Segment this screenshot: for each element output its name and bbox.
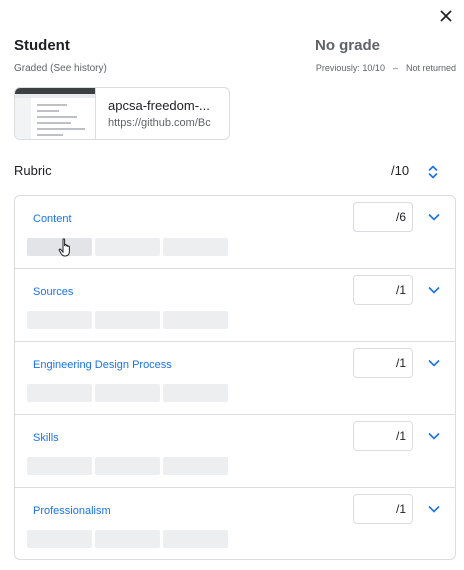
criterion-title[interactable]: Sources (33, 286, 73, 298)
separator: – (392, 63, 398, 73)
rating-level[interactable] (95, 311, 160, 329)
criterion-skills: Skills /1 (15, 415, 455, 488)
score-max: /1 (395, 502, 406, 516)
student-name: Student (14, 37, 70, 54)
rating-level[interactable] (163, 384, 228, 402)
chevron-down-icon (428, 286, 440, 294)
rating-level[interactable] (95, 457, 160, 475)
attachment-thumbnail (15, 88, 96, 139)
score-input[interactable]: /1 (353, 494, 413, 524)
criterion-sources: Sources /1 (15, 269, 455, 342)
attachment-url: https://github.com/Bc (108, 117, 211, 129)
graded-history-link[interactable]: Graded (See history) (14, 63, 107, 74)
rating-levels (27, 530, 228, 548)
attachment-title: apcsa-freedom-... (108, 98, 210, 113)
score-input[interactable]: /1 (353, 421, 413, 451)
score-input[interactable]: /1 (353, 348, 413, 378)
criterion-expand-button[interactable] (426, 355, 442, 371)
close-button[interactable] (434, 4, 458, 28)
rating-level[interactable] (163, 238, 228, 256)
score-input[interactable]: /6 (353, 202, 413, 232)
previous-grade-line: Previously: 10/10 – Not returned (316, 63, 456, 73)
close-icon (440, 10, 452, 22)
return-status: Not returned (405, 63, 456, 73)
score-max: /1 (395, 356, 406, 370)
chevron-down-icon (428, 359, 440, 367)
chevron-down-icon (428, 505, 440, 513)
rating-levels (27, 457, 228, 475)
criterion-title[interactable]: Professionalism (33, 505, 111, 517)
attachment-card[interactable]: apcsa-freedom-... https://github.com/Bc (14, 87, 230, 140)
rating-level[interactable] (27, 384, 92, 402)
unfold-icon (428, 165, 438, 179)
criterion-title[interactable]: Skills (33, 432, 59, 444)
criterion-expand-button[interactable] (426, 282, 442, 298)
rating-level[interactable] (95, 530, 160, 548)
rating-level[interactable] (163, 530, 228, 548)
rating-level[interactable] (27, 311, 92, 329)
rating-levels (27, 311, 228, 329)
rating-levels (27, 384, 228, 402)
rating-level[interactable] (95, 384, 160, 402)
rating-level[interactable] (163, 311, 228, 329)
score-input[interactable]: /1 (353, 275, 413, 305)
rating-level[interactable] (163, 457, 228, 475)
rubric-expand-toggle[interactable] (424, 162, 442, 182)
rating-level[interactable] (27, 530, 92, 548)
rubric-total: /10 (391, 163, 410, 178)
criterion-content: Content /6 (15, 196, 455, 269)
rating-level[interactable] (27, 238, 92, 256)
criterion-engineering-design-process: Engineering Design Process /1 (15, 342, 455, 415)
rating-level[interactable] (27, 457, 92, 475)
rating-level[interactable] (95, 238, 160, 256)
criterion-expand-button[interactable] (426, 209, 442, 225)
rubric-label: Rubric (14, 163, 52, 178)
score-max: /1 (395, 283, 406, 297)
grade-status: No grade (314, 37, 380, 54)
rating-levels (27, 238, 228, 256)
criterion-title[interactable]: Engineering Design Process (33, 359, 172, 371)
score-max: /6 (395, 210, 406, 224)
criterion-expand-button[interactable] (426, 428, 442, 444)
previous-grade: Previously: 10/10 (315, 63, 385, 73)
chevron-down-icon (428, 213, 440, 221)
criterion-expand-button[interactable] (426, 501, 442, 517)
criterion-title[interactable]: Content (33, 213, 72, 225)
chevron-down-icon (428, 432, 440, 440)
score-max: /1 (395, 429, 406, 443)
criterion-professionalism: Professionalism /1 (15, 488, 455, 559)
rubric-criteria-list: Content /6 Sources /1 Engineering Design… (14, 195, 456, 560)
